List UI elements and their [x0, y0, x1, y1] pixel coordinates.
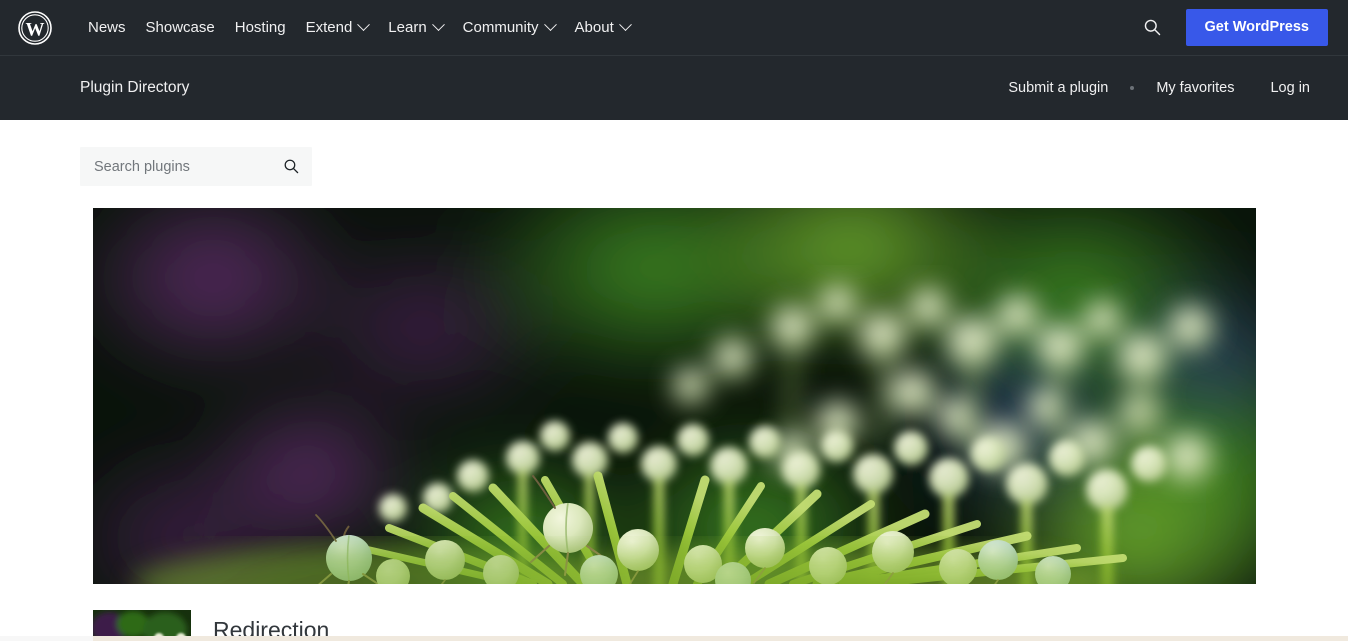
chevron-down-icon	[431, 18, 445, 32]
chevron-down-icon	[543, 18, 557, 32]
nav-label: Hosting	[234, 19, 286, 36]
global-nav: News Showcase Hosting Extend Learn Commu…	[78, 12, 640, 43]
link-submit-a-plugin[interactable]: Submit a plugin	[990, 74, 1126, 102]
chevron-down-icon	[357, 18, 371, 32]
link-label: Submit a plugin	[1008, 80, 1109, 96]
page-bottom-band-left	[0, 636, 93, 641]
search-icon	[1144, 19, 1160, 36]
nav-label: About	[574, 19, 614, 36]
wordpress-logo-icon[interactable]: W	[18, 10, 52, 45]
link-label: My favorites	[1156, 80, 1235, 96]
header-actions: Get WordPress	[1137, 9, 1328, 46]
nav-label: Extend	[305, 19, 353, 36]
hero-banner-image[interactable]	[93, 208, 1256, 584]
get-wordpress-button[interactable]: Get WordPress	[1185, 9, 1328, 46]
nav-label: Community	[462, 19, 539, 36]
directory-links: Submit a plugin My favorites Log in	[990, 74, 1328, 102]
link-label: Log in	[1270, 80, 1310, 96]
nav-label: Learn	[388, 19, 427, 36]
nav-item-community[interactable]: Community	[453, 12, 565, 43]
bullet-icon	[1130, 86, 1135, 90]
global-header: W News Showcase Hosting Extend Learn Com…	[0, 0, 1348, 56]
separator-dot	[1126, 86, 1138, 90]
search-icon	[284, 159, 298, 174]
search-row	[0, 120, 1348, 186]
directory-header: Plugin Directory Submit a plugin My favo…	[0, 56, 1348, 120]
wordpress-logo-svg: W	[18, 10, 52, 45]
main-content: Redirection Install Now	[0, 120, 1348, 641]
link-log-in[interactable]: Log in	[1252, 74, 1328, 102]
search-plugins-form	[80, 147, 312, 186]
link-my-favorites[interactable]: My favorites	[1138, 74, 1252, 102]
nav-item-news[interactable]: News	[78, 12, 136, 43]
nav-item-learn[interactable]: Learn	[378, 12, 452, 43]
nav-item-about[interactable]: About	[565, 12, 640, 43]
hero-illustration	[93, 208, 1256, 584]
search-submit-button[interactable]	[274, 147, 308, 186]
chevron-down-icon	[618, 18, 632, 32]
header-search-button[interactable]	[1137, 12, 1168, 43]
page-bottom-band	[0, 636, 1348, 641]
nav-item-hosting[interactable]: Hosting	[225, 12, 296, 43]
directory-title[interactable]: Plugin Directory	[80, 79, 189, 97]
nav-label: News	[88, 19, 126, 36]
svg-text:W: W	[26, 19, 45, 40]
nav-item-showcase[interactable]: Showcase	[136, 12, 225, 43]
nav-label: Showcase	[145, 19, 215, 36]
nav-item-extend[interactable]: Extend	[296, 12, 379, 43]
